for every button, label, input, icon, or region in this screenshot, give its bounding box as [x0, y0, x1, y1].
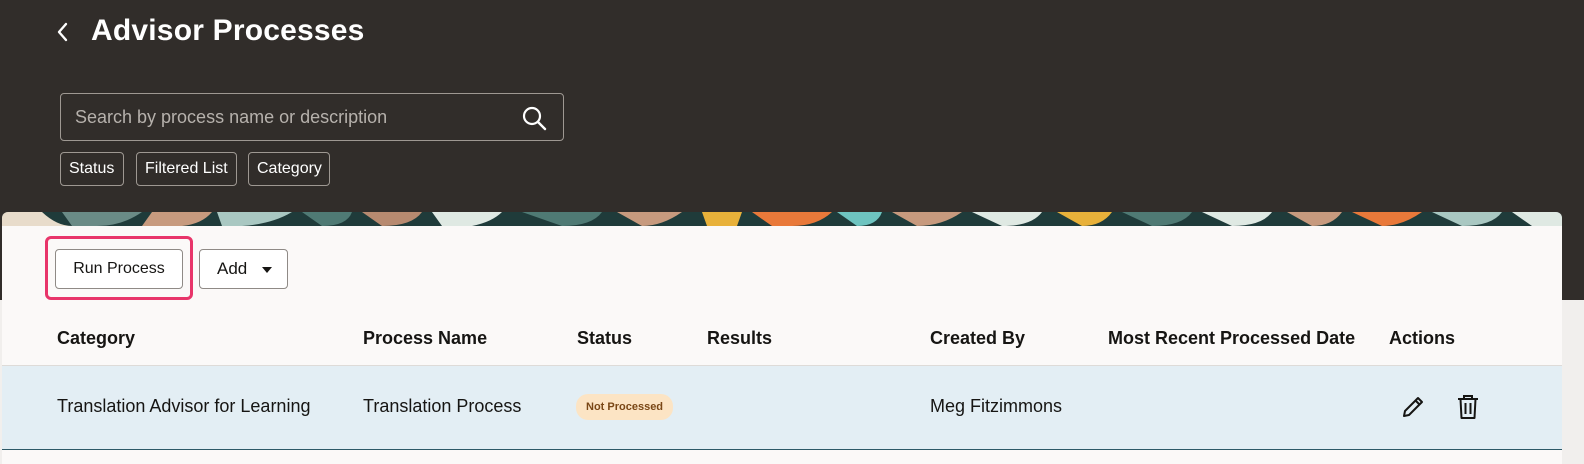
search-icon[interactable] — [521, 105, 547, 131]
column-header-results[interactable]: Results — [707, 328, 772, 349]
cell-created-by: Meg Fitzimmons — [930, 396, 1063, 416]
cell-category: Translation Advisor for Learning — [57, 396, 311, 416]
column-header-processed-date[interactable]: Most Recent Processed Date — [1108, 328, 1355, 349]
filter-chip-filtered-list[interactable]: Filtered List — [136, 152, 237, 186]
trash-icon — [1458, 395, 1478, 419]
status-badge: Not Processed — [576, 394, 674, 420]
add-button[interactable]: Add — [199, 249, 288, 289]
processes-panel: Run Process Add Category Process Name St… — [2, 212, 1562, 464]
cell-process-name: Translation Process — [363, 396, 522, 416]
page-title: Advisor Processes — [91, 14, 365, 47]
search-box[interactable] — [60, 93, 564, 141]
decorative-banner — [2, 212, 1562, 226]
column-header-actions: Actions — [1389, 328, 1456, 348]
caret-down-icon — [262, 267, 272, 273]
edit-icon — [1403, 397, 1423, 417]
column-header-process-name[interactable]: Process Name — [363, 328, 487, 349]
add-button-label: Add — [217, 259, 248, 278]
back-button[interactable] — [48, 18, 76, 46]
delete-button[interactable] — [1454, 393, 1482, 421]
edit-button[interactable] — [1399, 393, 1427, 421]
search-input[interactable] — [61, 94, 511, 140]
table-row[interactable]: Translation Advisor for Learning Transla… — [2, 366, 1562, 450]
chevron-left-icon — [57, 22, 68, 42]
filter-chip-status[interactable]: Status — [60, 152, 124, 186]
filter-chip-category[interactable]: Category — [248, 152, 330, 186]
column-header-category[interactable]: Category — [57, 328, 135, 349]
column-header-created-by[interactable]: Created By — [930, 328, 1025, 349]
column-header-status[interactable]: Status — [577, 328, 632, 349]
run-process-button[interactable]: Run Process — [55, 249, 183, 289]
